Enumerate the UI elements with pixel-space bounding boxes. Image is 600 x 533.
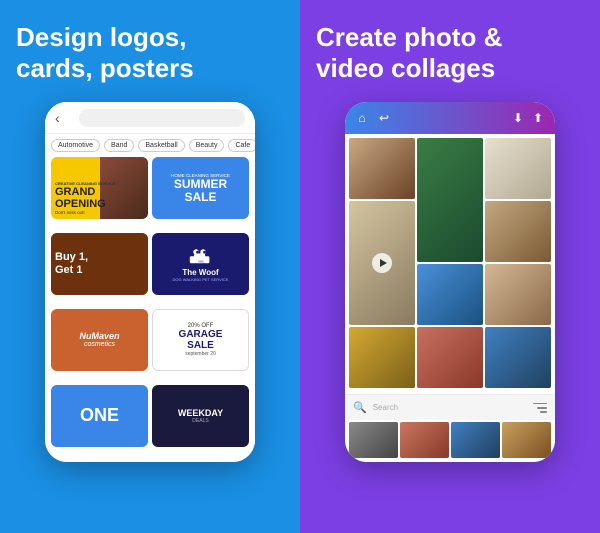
card-wd-sub: DEALS xyxy=(192,418,208,424)
collage-cell-coffee xyxy=(349,138,415,199)
thumbnail-row xyxy=(345,420,555,462)
search-icon: 🔍 xyxy=(353,401,367,414)
template-grid: CREATIVE CLEANING SERVICE GRAND OPENING … xyxy=(45,157,255,462)
card-weekday-deals[interactable]: WEEKDAY DEALS xyxy=(152,385,249,447)
card-wd-main: WEEKDAY xyxy=(178,408,223,418)
collage-cell-woman-white xyxy=(485,138,551,199)
collage-cell-ocean xyxy=(485,327,551,388)
card-gs-main: GARAGE SALE xyxy=(179,329,223,351)
phone-search-bar xyxy=(79,109,245,127)
undo-icon[interactable]: ↩ xyxy=(377,111,391,125)
share-icon[interactable]: ⬆ xyxy=(531,111,545,125)
chip-band[interactable]: Band xyxy=(104,139,134,152)
phone-right-mockup: ⌂ ↩ ⬇ ⬆ xyxy=(345,102,555,462)
card-woof-title: The Woof xyxy=(182,268,218,277)
right-panel: Create photo & video collages ⌂ ↩ ⬇ ⬆ xyxy=(300,0,600,533)
back-arrow-icon: ‹ xyxy=(55,110,71,126)
thumb-4[interactable] xyxy=(502,422,551,458)
left-headline: Design logos, cards, posters xyxy=(16,22,284,84)
card-numaven[interactable]: NuMaven cosmetics xyxy=(51,309,148,371)
card-woof-sub: DOG WALKING PET SERVICE xyxy=(173,277,229,282)
card-bo-line1: Buy 1, xyxy=(55,251,144,264)
thumb-3[interactable] xyxy=(451,422,500,458)
category-chips: Automotive Band Basketball Beauty Cafe xyxy=(45,134,255,157)
collage-grid xyxy=(345,134,555,394)
phone-top-bar: ‹ xyxy=(45,102,255,134)
card-go-line1: GRAND xyxy=(55,186,144,198)
dog-icon xyxy=(187,246,215,268)
card-one-text: ONE xyxy=(80,405,119,426)
chip-cafe[interactable]: Cafe xyxy=(228,139,255,152)
phone-right-topbar: ⌂ ↩ ⬇ ⬆ xyxy=(345,102,555,134)
card-garage-sale[interactable]: 20% OFF GARAGE SALE september 20 xyxy=(152,309,249,371)
phone-left-mockup: ‹ Automotive Band Basketball Beauty Cafe… xyxy=(45,102,255,462)
thumb-1[interactable] xyxy=(349,422,398,458)
card-grand-opening[interactable]: CREATIVE CLEANING SERVICE GRAND OPENING … xyxy=(51,157,148,219)
card-one[interactable]: ONE xyxy=(51,385,148,447)
play-button[interactable] xyxy=(372,253,392,273)
card-num-sub: cosmetics xyxy=(84,341,115,348)
home-icon[interactable]: ⌂ xyxy=(355,111,369,125)
collage-cell-blue xyxy=(417,264,483,325)
card-bo-line2: Get 1 xyxy=(55,264,144,277)
card-buy-one[interactable]: Buy 1, Get 1 xyxy=(51,233,148,295)
card-summer-sale[interactable]: HOME CLEANING SERVICE SUMMER SALE xyxy=(152,157,249,219)
chip-basketball[interactable]: Basketball xyxy=(138,139,184,152)
right-headline: Create photo & video collages xyxy=(316,22,584,84)
collage-cell-woman-hat xyxy=(349,201,415,325)
card-gs-sub: september 20 xyxy=(185,351,216,357)
phone-search-bar-row: 🔍 Search xyxy=(345,394,555,420)
card-ss-top: HOME CLEANING SERVICE xyxy=(171,173,230,178)
card-ss-main: SUMMER SALE xyxy=(174,178,227,204)
collage-cell-food xyxy=(417,327,483,388)
collage-cell-palms xyxy=(417,138,483,262)
download-icon[interactable]: ⬇ xyxy=(511,111,525,125)
filter-icon[interactable] xyxy=(533,403,547,413)
card-num-title: NuMaven xyxy=(79,331,119,341)
card-go-line2: OPENING xyxy=(55,198,144,210)
search-placeholder-text: Search xyxy=(373,403,527,412)
chip-automotive[interactable]: Automotive xyxy=(51,139,100,152)
collage-cell-gold xyxy=(349,327,415,388)
thumb-2[interactable] xyxy=(400,422,449,458)
card-the-woof[interactable]: The Woof DOG WALKING PET SERVICE xyxy=(152,233,249,295)
left-panel: Design logos, cards, posters ‹ Automotiv… xyxy=(0,0,300,533)
chip-beauty[interactable]: Beauty xyxy=(189,139,225,152)
collage-cell-pet xyxy=(485,201,551,262)
collage-cell-woman-blond xyxy=(485,264,551,325)
card-go-sub: Don't miss out! xyxy=(55,210,144,215)
